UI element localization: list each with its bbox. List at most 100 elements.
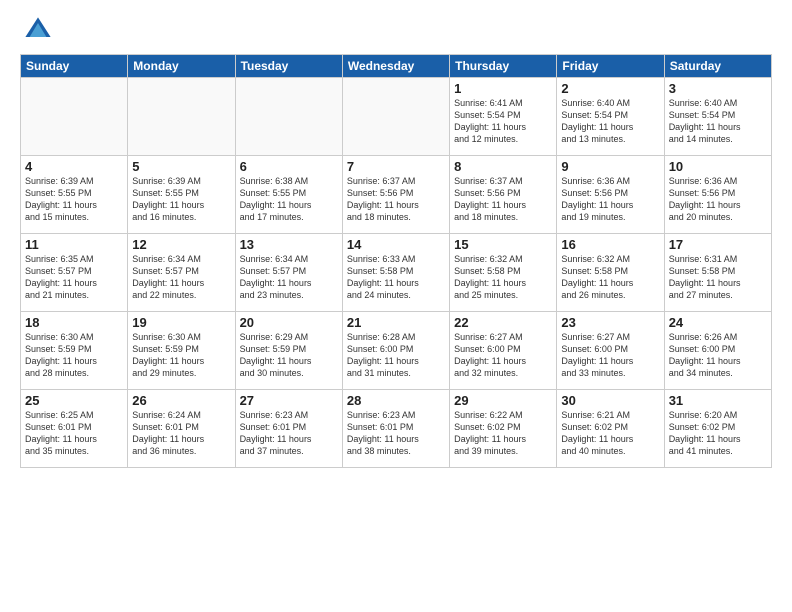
logo-icon (24, 16, 52, 44)
day-info: Sunrise: 6:25 AM Sunset: 6:01 PM Dayligh… (25, 409, 123, 458)
day-info: Sunrise: 6:32 AM Sunset: 5:58 PM Dayligh… (454, 253, 552, 302)
day-number: 25 (25, 393, 123, 408)
day-number: 10 (669, 159, 767, 174)
day-number: 6 (240, 159, 338, 174)
calendar-cell: 12Sunrise: 6:34 AM Sunset: 5:57 PM Dayli… (128, 234, 235, 312)
col-header-tuesday: Tuesday (235, 55, 342, 78)
col-header-saturday: Saturday (664, 55, 771, 78)
calendar-cell: 18Sunrise: 6:30 AM Sunset: 5:59 PM Dayli… (21, 312, 128, 390)
day-info: Sunrise: 6:34 AM Sunset: 5:57 PM Dayligh… (132, 253, 230, 302)
day-number: 27 (240, 393, 338, 408)
day-number: 31 (669, 393, 767, 408)
calendar-cell: 25Sunrise: 6:25 AM Sunset: 6:01 PM Dayli… (21, 390, 128, 468)
day-info: Sunrise: 6:20 AM Sunset: 6:02 PM Dayligh… (669, 409, 767, 458)
week-row-5: 25Sunrise: 6:25 AM Sunset: 6:01 PM Dayli… (21, 390, 772, 468)
calendar-cell: 3Sunrise: 6:40 AM Sunset: 5:54 PM Daylig… (664, 78, 771, 156)
day-info: Sunrise: 6:39 AM Sunset: 5:55 PM Dayligh… (132, 175, 230, 224)
day-number: 5 (132, 159, 230, 174)
calendar-cell: 27Sunrise: 6:23 AM Sunset: 6:01 PM Dayli… (235, 390, 342, 468)
day-info: Sunrise: 6:38 AM Sunset: 5:55 PM Dayligh… (240, 175, 338, 224)
calendar-cell: 16Sunrise: 6:32 AM Sunset: 5:58 PM Dayli… (557, 234, 664, 312)
calendar-table: SundayMondayTuesdayWednesdayThursdayFrid… (20, 54, 772, 468)
col-header-sunday: Sunday (21, 55, 128, 78)
day-number: 1 (454, 81, 552, 96)
calendar-cell: 26Sunrise: 6:24 AM Sunset: 6:01 PM Dayli… (128, 390, 235, 468)
day-number: 19 (132, 315, 230, 330)
calendar-cell: 28Sunrise: 6:23 AM Sunset: 6:01 PM Dayli… (342, 390, 449, 468)
calendar-cell: 6Sunrise: 6:38 AM Sunset: 5:55 PM Daylig… (235, 156, 342, 234)
day-info: Sunrise: 6:24 AM Sunset: 6:01 PM Dayligh… (132, 409, 230, 458)
week-row-1: 1Sunrise: 6:41 AM Sunset: 5:54 PM Daylig… (21, 78, 772, 156)
calendar-cell: 24Sunrise: 6:26 AM Sunset: 6:00 PM Dayli… (664, 312, 771, 390)
col-header-thursday: Thursday (450, 55, 557, 78)
calendar-cell: 14Sunrise: 6:33 AM Sunset: 5:58 PM Dayli… (342, 234, 449, 312)
day-info: Sunrise: 6:29 AM Sunset: 5:59 PM Dayligh… (240, 331, 338, 380)
day-info: Sunrise: 6:27 AM Sunset: 6:00 PM Dayligh… (454, 331, 552, 380)
calendar-cell (21, 78, 128, 156)
calendar-cell: 4Sunrise: 6:39 AM Sunset: 5:55 PM Daylig… (21, 156, 128, 234)
day-info: Sunrise: 6:21 AM Sunset: 6:02 PM Dayligh… (561, 409, 659, 458)
day-number: 16 (561, 237, 659, 252)
day-info: Sunrise: 6:27 AM Sunset: 6:00 PM Dayligh… (561, 331, 659, 380)
week-row-3: 11Sunrise: 6:35 AM Sunset: 5:57 PM Dayli… (21, 234, 772, 312)
day-number: 26 (132, 393, 230, 408)
calendar-cell (235, 78, 342, 156)
day-number: 4 (25, 159, 123, 174)
day-number: 11 (25, 237, 123, 252)
day-number: 15 (454, 237, 552, 252)
day-info: Sunrise: 6:40 AM Sunset: 5:54 PM Dayligh… (561, 97, 659, 146)
calendar-cell: 22Sunrise: 6:27 AM Sunset: 6:00 PM Dayli… (450, 312, 557, 390)
calendar-cell: 11Sunrise: 6:35 AM Sunset: 5:57 PM Dayli… (21, 234, 128, 312)
calendar-cell: 20Sunrise: 6:29 AM Sunset: 5:59 PM Dayli… (235, 312, 342, 390)
col-header-wednesday: Wednesday (342, 55, 449, 78)
day-number: 29 (454, 393, 552, 408)
day-number: 20 (240, 315, 338, 330)
day-number: 3 (669, 81, 767, 96)
day-number: 23 (561, 315, 659, 330)
day-number: 2 (561, 81, 659, 96)
calendar-cell: 1Sunrise: 6:41 AM Sunset: 5:54 PM Daylig… (450, 78, 557, 156)
calendar-cell: 31Sunrise: 6:20 AM Sunset: 6:02 PM Dayli… (664, 390, 771, 468)
calendar-cell (342, 78, 449, 156)
day-info: Sunrise: 6:39 AM Sunset: 5:55 PM Dayligh… (25, 175, 123, 224)
header (20, 16, 772, 44)
day-info: Sunrise: 6:32 AM Sunset: 5:58 PM Dayligh… (561, 253, 659, 302)
day-number: 8 (454, 159, 552, 174)
day-info: Sunrise: 6:34 AM Sunset: 5:57 PM Dayligh… (240, 253, 338, 302)
day-number: 24 (669, 315, 767, 330)
day-number: 14 (347, 237, 445, 252)
day-info: Sunrise: 6:26 AM Sunset: 6:00 PM Dayligh… (669, 331, 767, 380)
week-row-2: 4Sunrise: 6:39 AM Sunset: 5:55 PM Daylig… (21, 156, 772, 234)
day-info: Sunrise: 6:35 AM Sunset: 5:57 PM Dayligh… (25, 253, 123, 302)
day-number: 30 (561, 393, 659, 408)
day-number: 9 (561, 159, 659, 174)
calendar-cell: 10Sunrise: 6:36 AM Sunset: 5:56 PM Dayli… (664, 156, 771, 234)
day-number: 13 (240, 237, 338, 252)
calendar-cell: 17Sunrise: 6:31 AM Sunset: 5:58 PM Dayli… (664, 234, 771, 312)
col-header-friday: Friday (557, 55, 664, 78)
day-info: Sunrise: 6:36 AM Sunset: 5:56 PM Dayligh… (669, 175, 767, 224)
day-number: 28 (347, 393, 445, 408)
calendar-cell (128, 78, 235, 156)
calendar-cell: 8Sunrise: 6:37 AM Sunset: 5:56 PM Daylig… (450, 156, 557, 234)
col-header-monday: Monday (128, 55, 235, 78)
day-info: Sunrise: 6:40 AM Sunset: 5:54 PM Dayligh… (669, 97, 767, 146)
day-number: 21 (347, 315, 445, 330)
calendar-page: SundayMondayTuesdayWednesdayThursdayFrid… (0, 0, 792, 612)
day-info: Sunrise: 6:28 AM Sunset: 6:00 PM Dayligh… (347, 331, 445, 380)
calendar-cell: 29Sunrise: 6:22 AM Sunset: 6:02 PM Dayli… (450, 390, 557, 468)
day-number: 18 (25, 315, 123, 330)
day-number: 22 (454, 315, 552, 330)
calendar-cell: 7Sunrise: 6:37 AM Sunset: 5:56 PM Daylig… (342, 156, 449, 234)
calendar-cell: 9Sunrise: 6:36 AM Sunset: 5:56 PM Daylig… (557, 156, 664, 234)
day-number: 7 (347, 159, 445, 174)
calendar-cell: 23Sunrise: 6:27 AM Sunset: 6:00 PM Dayli… (557, 312, 664, 390)
day-info: Sunrise: 6:22 AM Sunset: 6:02 PM Dayligh… (454, 409, 552, 458)
logo (20, 16, 52, 44)
calendar-cell: 19Sunrise: 6:30 AM Sunset: 5:59 PM Dayli… (128, 312, 235, 390)
calendar-cell: 13Sunrise: 6:34 AM Sunset: 5:57 PM Dayli… (235, 234, 342, 312)
calendar-cell: 21Sunrise: 6:28 AM Sunset: 6:00 PM Dayli… (342, 312, 449, 390)
day-info: Sunrise: 6:33 AM Sunset: 5:58 PM Dayligh… (347, 253, 445, 302)
day-number: 12 (132, 237, 230, 252)
day-info: Sunrise: 6:23 AM Sunset: 6:01 PM Dayligh… (240, 409, 338, 458)
